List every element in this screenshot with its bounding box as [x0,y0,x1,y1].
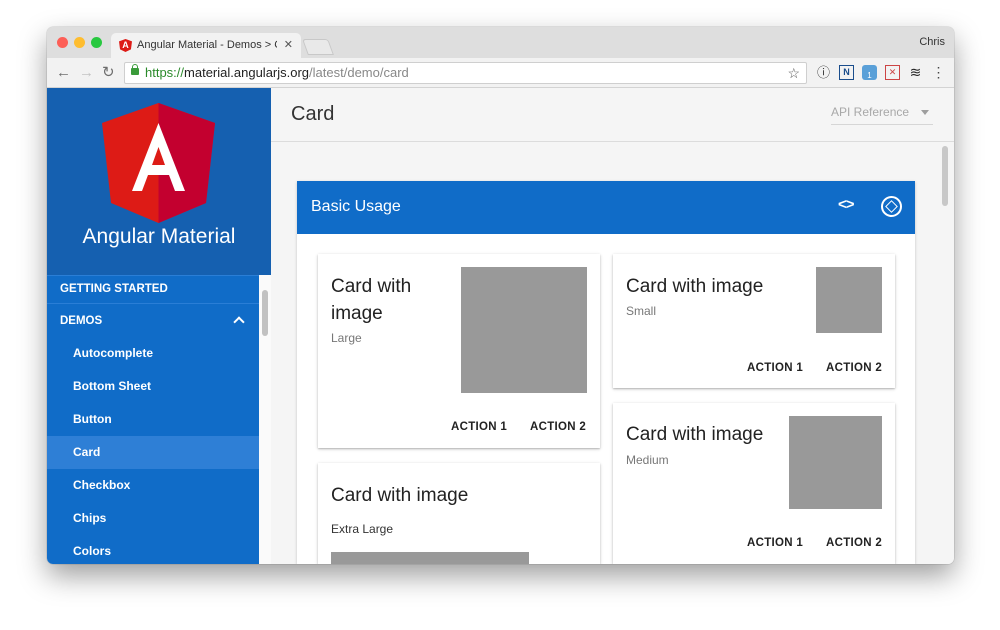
bookmark-star-icon[interactable]: ☆ [787,63,800,83]
brand-name: Angular Material [82,225,236,248]
tab-title: Angular Material - Demos > Ca [137,39,277,51]
lock-icon [131,64,139,75]
content-scrollbar-thumb[interactable] [942,146,948,206]
brand-header[interactable]: Angular Material [47,88,271,275]
page-title: Card [291,103,335,125]
address-bar[interactable]: https://material.angularjs.org/latest/de… [124,62,807,84]
forward-arrow-icon[interactable]: → [79,64,94,82]
card-image [789,416,882,509]
layers-icon[interactable]: ≋ [908,65,923,80]
codepen-icon[interactable] [881,196,902,217]
sidebar-scrollbar-thumb[interactable] [262,290,268,336]
minimize-window-button[interactable] [74,37,85,48]
card-image [461,267,587,393]
info-icon[interactable]: ⓘ [816,65,831,80]
card-small: Card with image Small ACTION 1 ACTION 2 [613,254,895,388]
card-action-2-button[interactable]: ACTION 2 [826,362,882,374]
url-host: material.angularjs.org [184,65,310,80]
api-reference-select[interactable]: API Reference [831,105,933,125]
card-subhead: Extra Large [331,522,394,536]
back-arrow-icon[interactable]: ← [56,64,71,82]
card-action-2-button[interactable]: ACTION 2 [530,421,586,433]
card-headline: Card with image [626,276,764,297]
sidebar-item-bottom-sheet[interactable]: Bottom Sheet [47,370,259,403]
url-path: /latest/demo/card [309,65,409,80]
card-large: Card with image Large ACTION 1 ACTION 2 [318,254,600,448]
angular-logo-icon [102,103,215,223]
browser-toolbar: ← → ↻ https://material.angularjs.org/lat… [47,58,954,88]
sidebar-item-chips[interactable]: Chips [47,502,259,535]
card-subhead: Large [331,331,362,345]
dropdown-caret-icon [921,110,929,115]
close-window-button[interactable] [57,37,68,48]
sidebar-item-getting-started[interactable]: GETTING STARTED [47,275,259,303]
card-image [331,552,529,564]
angular-favicon-icon: A [119,39,132,52]
sidebar-item-card[interactable]: Card [47,436,259,469]
card-action-1-button[interactable]: ACTION 1 [747,537,803,549]
sidebar-item-label: DEMOS [60,315,103,327]
demo-toolbar: Basic Usage <> [297,181,915,234]
demo-title: Basic Usage [311,198,401,215]
main-content: Card API Reference Basic Usage <> Card w… [271,88,954,564]
zoom-window-button[interactable] [91,37,102,48]
sidebar-item-demos[interactable]: DEMOS [47,303,259,337]
view-source-code-icon[interactable]: <> [838,196,855,213]
n-extension-icon[interactable]: N [839,65,854,80]
sidebar-item-autocomplete[interactable]: Autocomplete [47,337,259,370]
card-subhead: Medium [626,453,669,467]
card-medium: Card with image Medium ACTION 1 ACTION 2 [613,403,895,564]
url-scheme: https:// [145,65,185,80]
sidebar-item-button[interactable]: Button [47,403,259,436]
new-tab-button[interactable] [302,39,334,55]
sidebar: Angular Material GETTING STARTED DEMOS A… [47,88,271,564]
sidebar-item-colors[interactable]: Colors [47,535,259,564]
card-subhead: Small [626,304,657,318]
card-action-1-button[interactable]: ACTION 1 [451,421,507,433]
profile-name[interactable]: Chris [919,36,945,48]
menu-dots-icon[interactable]: ⋮ [931,65,946,80]
card-headline: Card with image [331,485,469,506]
browser-window: A Angular Material - Demos > Ca ✕ Chris … [47,27,954,564]
card-image [816,267,882,333]
api-reference-label: API Reference [831,105,910,119]
demo-panel: Basic Usage <> Card with image Large ACT… [297,181,915,564]
card-extra-large: Card with image Extra Large [318,463,600,564]
tab-close-icon[interactable]: ✕ [284,33,293,58]
x-extension-icon[interactable]: ✕ [885,65,900,80]
reload-icon[interactable]: ↻ [102,64,115,82]
chevron-up-icon [233,316,245,328]
card-headline: Card with image [626,424,764,445]
card-headline: Card with image [331,276,412,324]
card-action-1-button[interactable]: ACTION 1 [747,362,803,374]
tab-strip: A Angular Material - Demos > Ca ✕ Chris [47,27,954,58]
card-action-2-button[interactable]: ACTION 2 [826,537,882,549]
browser-tab[interactable]: A Angular Material - Demos > Ca ✕ [111,33,301,58]
content-toolbar: Card API Reference [271,88,954,142]
badge-extension-icon[interactable]: 1 [862,65,877,80]
page: Angular Material GETTING STARTED DEMOS A… [47,88,954,564]
sidebar-item-checkbox[interactable]: Checkbox [47,469,259,502]
sidebar-menu: GETTING STARTED DEMOS Autocomplete Botto… [47,275,259,564]
